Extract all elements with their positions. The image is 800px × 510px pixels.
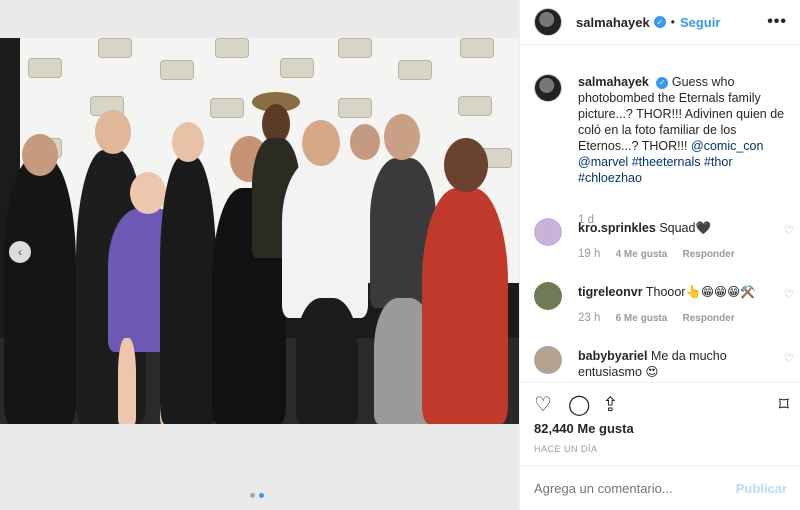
person-figure	[4, 158, 76, 424]
backdrop-logo	[210, 98, 244, 118]
backdrop-logo	[160, 60, 194, 80]
like-count[interactable]: 82,440 Me gusta	[534, 421, 634, 436]
avatar[interactable]	[534, 8, 562, 36]
post-comment-button[interactable]: Publicar	[736, 481, 787, 496]
share-icon[interactable]: ⇪	[602, 392, 619, 417]
backdrop-logo	[28, 58, 62, 78]
like-icon[interactable]: ♡	[534, 392, 552, 417]
mention-link[interactable]: @comic_con	[691, 139, 763, 153]
mention-link[interactable]: @marvel	[578, 155, 628, 169]
avatar[interactable]	[534, 74, 562, 102]
comment-item: tigreleonvr Thooor👆😁😁😁⚒️ ♡ 23 h 6 Me gus…	[534, 282, 794, 332]
backdrop-logo	[338, 38, 372, 58]
post-photo[interactable]	[0, 38, 519, 424]
avatar[interactable]	[534, 346, 562, 374]
like-comment-icon[interactable]: ♡	[784, 352, 794, 365]
carousel-indicator	[250, 493, 264, 498]
verified-badge-icon: ✓	[653, 16, 666, 28]
person-head	[302, 120, 340, 166]
comment-body: Squad🖤	[659, 221, 712, 235]
verified-badge-icon: ✓	[656, 76, 669, 89]
comment-text: tigreleonvr Thooor👆😁😁😁⚒️	[578, 284, 788, 300]
avatar[interactable]	[534, 218, 562, 246]
person-head	[384, 114, 420, 160]
caption-username[interactable]: salmahayek	[578, 75, 649, 89]
chevron-left-icon: ‹	[18, 245, 22, 259]
backdrop-logo	[460, 38, 494, 58]
person-head	[350, 124, 380, 160]
post-actions: ♡ ◯ ⇪ ⌑	[520, 382, 800, 416]
hashtag-link[interactable]: #chloezhao	[578, 171, 642, 185]
comment-username[interactable]: kro.sprinkles	[578, 221, 656, 235]
carousel-dot	[250, 493, 255, 498]
comment-item: babybyariel Me da mucho entusiasmo 😍 ♡	[534, 346, 794, 380]
comment-likes[interactable]: 6 Me gusta	[616, 313, 668, 324]
person-figure	[282, 158, 368, 318]
like-comment-icon[interactable]: ♡	[784, 288, 794, 301]
instagram-post-window: ‹ salmahayek ✓ • Seguir ••• salmahayek ✓…	[0, 0, 800, 510]
comment-item: kro.sprinkles Squad🖤 ♡ 19 h 4 Me gusta R…	[534, 218, 794, 268]
backdrop-logo	[338, 98, 372, 118]
author-username[interactable]: salmahayek	[576, 15, 650, 30]
comment-meta: 19 h 4 Me gusta Responder	[578, 248, 735, 260]
previous-photo-button[interactable]: ‹	[9, 241, 31, 263]
comment-icon[interactable]: ◯	[568, 392, 590, 417]
backdrop-logo	[280, 58, 314, 78]
hashtag-link[interactable]: #thor	[704, 155, 733, 169]
person-head	[444, 138, 488, 192]
comment-input[interactable]	[534, 480, 736, 496]
caption: salmahayek ✓ Guess who photobombed the E…	[534, 74, 794, 226]
comment-username[interactable]: babybyariel	[578, 349, 647, 363]
comment-likes[interactable]: 4 Me gusta	[616, 249, 668, 260]
hashtag-link[interactable]: #theeternals	[632, 155, 701, 169]
comment-age: 19 h	[578, 248, 601, 260]
carousel-dot-active	[259, 493, 264, 498]
backdrop-logo	[458, 96, 492, 116]
reply-button[interactable]: Responder	[682, 313, 734, 324]
person-head	[130, 172, 166, 214]
person-figure	[118, 338, 136, 424]
more-options-icon[interactable]: •••	[767, 13, 787, 31]
comment-username[interactable]: tigreleonvr	[578, 285, 643, 299]
post-sidebar: salmahayek ✓ • Seguir ••• salmahayek ✓ G…	[519, 0, 800, 510]
bookmark-icon[interactable]: ⌑	[779, 392, 789, 417]
follow-button[interactable]: Seguir	[680, 15, 720, 30]
caption-text: salmahayek ✓ Guess who photobombed the E…	[578, 74, 788, 186]
person-head	[22, 134, 58, 176]
person-figure	[160, 156, 216, 424]
post-header: salmahayek ✓ • Seguir •••	[520, 0, 800, 45]
person-figure	[422, 188, 508, 424]
person-figure	[296, 298, 358, 424]
add-comment-bar: Publicar	[520, 465, 800, 510]
person-head	[172, 122, 204, 162]
person-head	[95, 110, 131, 154]
separator-dot: •	[670, 15, 675, 29]
avatar[interactable]	[534, 282, 562, 310]
comment-text: kro.sprinkles Squad🖤	[578, 220, 788, 236]
backdrop-logo	[398, 60, 432, 80]
comment-age: 23 h	[578, 312, 601, 324]
comment-meta: 23 h 6 Me gusta Responder	[578, 312, 735, 324]
backdrop-logo	[215, 38, 249, 58]
comments-list[interactable]: salmahayek ✓ Guess who photobombed the E…	[520, 58, 800, 380]
comment-text: babybyariel Me da mucho entusiasmo 😍	[578, 348, 788, 380]
reply-button[interactable]: Responder	[682, 249, 734, 260]
comment-body: Thooor👆😁😁😁⚒️	[645, 285, 756, 299]
media-panel: ‹	[0, 0, 519, 510]
like-comment-icon[interactable]: ♡	[784, 224, 794, 237]
posted-time: HACE UN DÍA	[534, 444, 598, 454]
backdrop-logo	[98, 38, 132, 58]
